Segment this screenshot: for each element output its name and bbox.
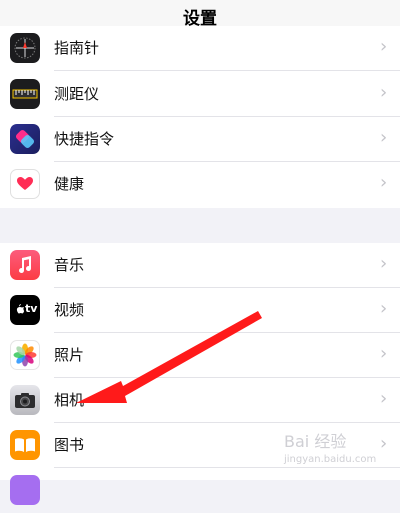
photos-icon xyxy=(10,340,40,370)
settings-row-label: 快捷指令 xyxy=(54,130,115,148)
row-separator xyxy=(54,70,400,71)
shortcuts-icon xyxy=(10,124,40,154)
settings-row-photos[interactable]: 照片 › xyxy=(0,333,400,378)
settings-row-camera[interactable]: 相机 › xyxy=(0,378,400,423)
chevron-right-icon: › xyxy=(380,127,388,148)
chevron-right-icon: › xyxy=(380,36,388,57)
music-icon xyxy=(10,250,40,280)
settings-row-health[interactable]: 健康 › xyxy=(0,162,400,207)
health-icon xyxy=(10,169,40,199)
settings-row-label: 测距仪 xyxy=(54,85,100,103)
chevron-right-icon: › xyxy=(380,388,388,409)
chevron-right-icon: › xyxy=(380,343,388,364)
chevron-right-icon: › xyxy=(380,172,388,193)
tv-text: tv xyxy=(25,302,38,315)
chevron-right-icon: › xyxy=(380,82,388,103)
settings-group-apps-1: 指南针 › 测距仪 › 快捷指令 › 健康 › xyxy=(0,26,400,208)
watermark: Bai 经验 jingyan.baidu.com xyxy=(284,428,394,472)
settings-row-label: 相机 xyxy=(54,391,85,409)
settings-row-music[interactable]: 音乐 › xyxy=(0,243,400,288)
settings-row-measure[interactable]: 测距仪 › xyxy=(0,72,400,117)
settings-row-label: 音乐 xyxy=(54,256,85,274)
settings-row-label: 指南针 xyxy=(54,39,100,57)
watermark-subtext: jingyan.baidu.com xyxy=(284,454,377,465)
settings-row-label: 视频 xyxy=(54,301,85,319)
settings-row-partial[interactable] xyxy=(0,468,400,513)
chevron-right-icon: › xyxy=(380,298,388,319)
settings-row-video[interactable]: tv 视频 › xyxy=(0,288,400,333)
settings-row-compass[interactable]: 指南针 › xyxy=(0,26,400,71)
compass-icon xyxy=(10,33,40,63)
settings-row-label: 健康 xyxy=(54,175,85,193)
apple-tv-icon: tv xyxy=(10,295,40,325)
books-icon xyxy=(10,430,40,460)
camera-icon xyxy=(10,385,40,415)
settings-row-shortcuts[interactable]: 快捷指令 › xyxy=(0,117,400,162)
watermark-text: Bai 经验 xyxy=(284,432,347,451)
chevron-right-icon: › xyxy=(380,253,388,274)
measure-icon xyxy=(10,79,40,109)
settings-row-label: 照片 xyxy=(54,346,85,364)
settings-row-label: 图书 xyxy=(54,436,85,454)
